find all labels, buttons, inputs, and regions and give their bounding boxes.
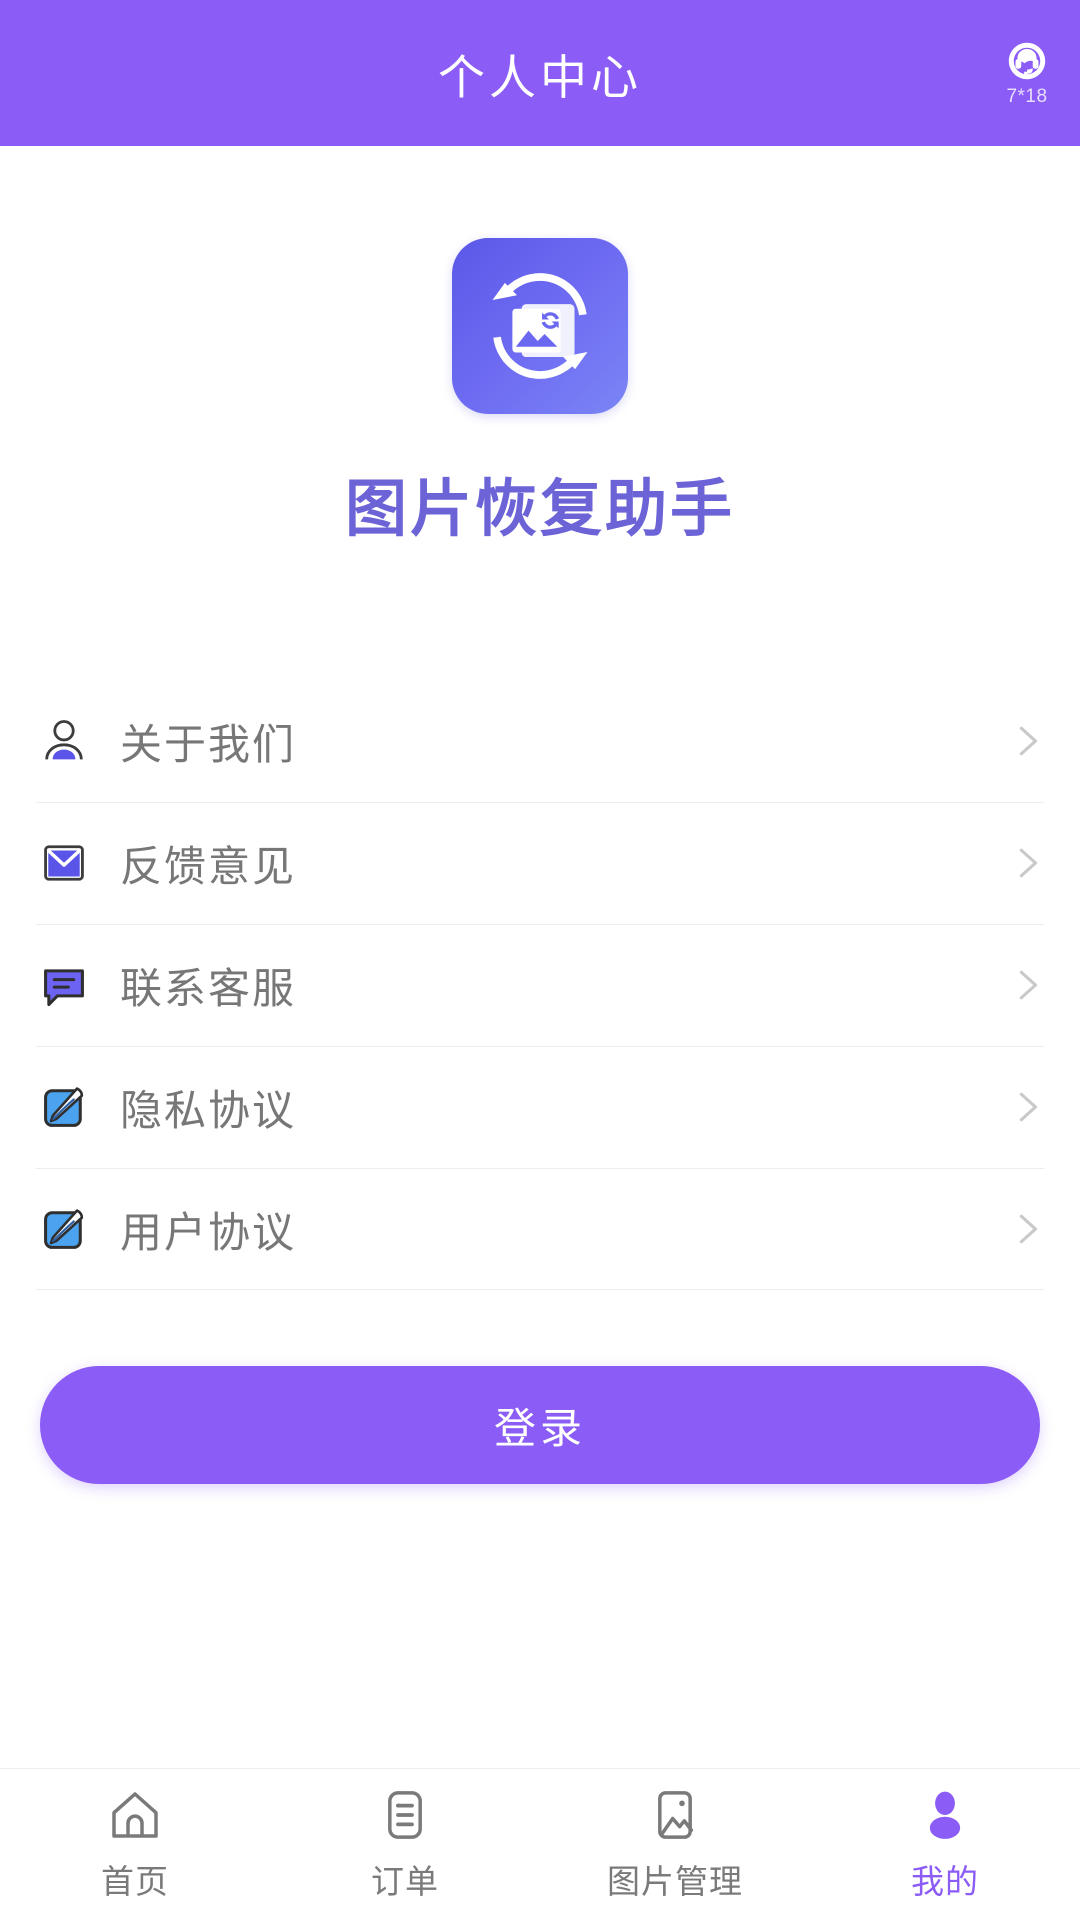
menu-item-about-us[interactable]: 关于我们: [36, 680, 1044, 802]
order-list-icon: [377, 1787, 433, 1843]
page-body: 图片恢复助手 关于我们 反馈意见 联系客服 隐私协议 用户协议 登录: [0, 146, 1080, 1768]
settings-menu: 关于我们 反馈意见 联系客服 隐私协议 用户协议: [0, 680, 1080, 1290]
menu-item-feedback[interactable]: 反馈意见: [36, 802, 1044, 924]
photo-recovery-logo-icon: [471, 257, 609, 395]
menu-item-label: 联系客服: [120, 964, 297, 1012]
customer-service-button[interactable]: 7*18: [1004, 38, 1050, 108]
menu-item-privacy-policy[interactable]: 隐私协议: [36, 1046, 1044, 1168]
chevron-right-icon: [1010, 1090, 1044, 1124]
page-header: 个人中心 7*18: [0, 0, 1080, 146]
chevron-right-icon: [1010, 1212, 1044, 1246]
bottom-tab-bar: 首页 订单 图片管理 我的: [0, 1768, 1080, 1920]
tab-label: 首页: [101, 1862, 169, 1900]
tab-profile[interactable]: 我的: [810, 1787, 1080, 1903]
edit-document-icon: [36, 1079, 92, 1135]
headset-support-icon: [1004, 38, 1050, 84]
person-icon: [917, 1787, 973, 1843]
app-logo: [452, 238, 628, 414]
chevron-right-icon: [1010, 724, 1044, 758]
tab-image-manage[interactable]: 图片管理: [540, 1787, 810, 1903]
tab-label: 图片管理: [607, 1862, 743, 1900]
edit-document-icon: [36, 1201, 92, 1257]
page-title: 个人中心: [438, 50, 642, 104]
menu-item-label: 隐私协议: [120, 1086, 297, 1134]
chat-bubble-icon: [36, 957, 92, 1013]
tab-orders[interactable]: 订单: [270, 1787, 540, 1903]
chevron-right-icon: [1010, 846, 1044, 880]
menu-item-label: 用户协议: [120, 1208, 297, 1256]
menu-item-user-agreement[interactable]: 用户协议: [36, 1168, 1044, 1290]
image-manage-icon: [647, 1787, 703, 1843]
login-button[interactable]: 登录: [40, 1366, 1040, 1484]
envelope-mail-icon: [36, 835, 92, 891]
menu-item-label: 反馈意见: [120, 842, 297, 890]
tab-label: 订单: [371, 1862, 439, 1900]
app-name: 图片恢复助手: [344, 475, 735, 544]
home-icon: [107, 1787, 163, 1843]
user-profile-icon: [36, 713, 92, 769]
login-button-container: 登录: [0, 1366, 1080, 1484]
tab-home[interactable]: 首页: [0, 1787, 270, 1903]
service-hours-label: 7*18: [1006, 86, 1048, 107]
tab-label: 我的: [911, 1862, 979, 1900]
menu-item-contact-support[interactable]: 联系客服: [36, 924, 1044, 1046]
app-root: 个人中心 7*18 图片恢复助手 关于我们 反馈意见 联系客服 隐私协议 用户协…: [0, 0, 1080, 1920]
menu-item-label: 关于我们: [120, 720, 297, 768]
chevron-right-icon: [1010, 968, 1044, 1002]
brand-block: 图片恢复助手: [0, 146, 1080, 548]
